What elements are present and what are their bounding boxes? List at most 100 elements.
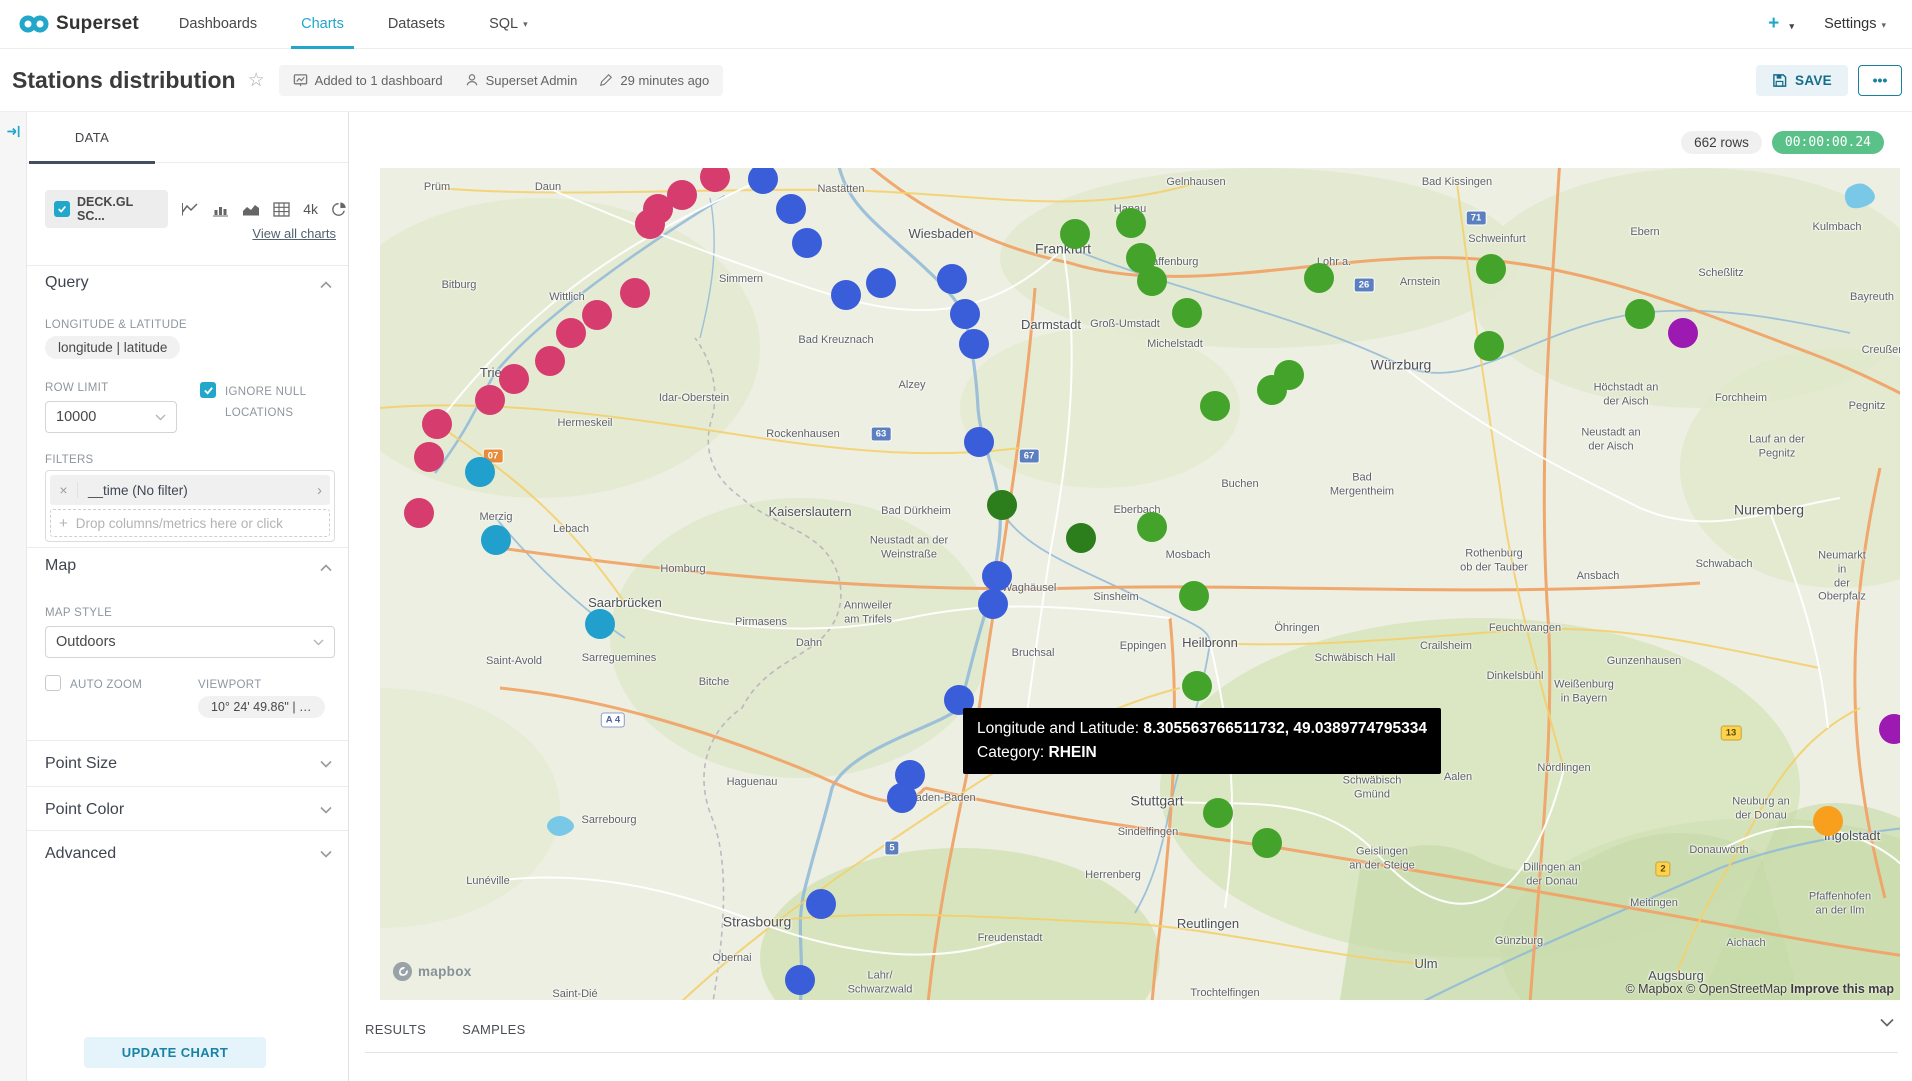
- map-point[interactable]: [1668, 318, 1698, 348]
- map-point[interactable]: [1252, 828, 1282, 858]
- auto-zoom-group: AUTO ZOOM: [45, 675, 142, 696]
- map-point[interactable]: [556, 318, 586, 348]
- settings-menu[interactable]: Settings▾: [1824, 16, 1886, 32]
- ignore-null-checkbox[interactable]: [200, 382, 216, 398]
- map-point[interactable]: [1625, 299, 1655, 329]
- mapbox-wordmark: mapbox: [418, 964, 472, 979]
- filters-drop-zone[interactable]: + Drop columns/metrics here or click: [50, 509, 330, 537]
- map-point[interactable]: [1182, 671, 1212, 701]
- nav-sql[interactable]: SQL▾: [467, 0, 550, 48]
- map-point[interactable]: [959, 329, 989, 359]
- owner-badge[interactable]: Superset Admin: [465, 73, 578, 88]
- ignore-null-label: IGNORE NULL LOCATIONS: [225, 382, 330, 423]
- map-point[interactable]: [982, 561, 1012, 591]
- view-all-charts-link[interactable]: View all charts: [252, 226, 336, 241]
- section-point-size[interactable]: Point Size: [27, 740, 348, 786]
- viz-type-chip[interactable]: DECK.GL SC...: [45, 190, 168, 228]
- map-point[interactable]: [1179, 581, 1209, 611]
- map-point[interactable]: [1257, 375, 1287, 405]
- map-point[interactable]: [1200, 391, 1230, 421]
- mapbox-logo[interactable]: mapbox: [392, 961, 472, 982]
- chevron-down-icon: [155, 414, 166, 421]
- map-point[interactable]: [585, 609, 615, 639]
- map-point[interactable]: [1304, 263, 1334, 293]
- map-point[interactable]: [1060, 219, 1090, 249]
- attribution-mapbox[interactable]: © Mapbox: [1625, 982, 1682, 996]
- map-point[interactable]: [481, 525, 511, 555]
- attribution-osm[interactable]: © OpenStreetMap: [1686, 982, 1787, 996]
- section-query-title: Query: [45, 274, 89, 292]
- map-point[interactable]: [806, 889, 836, 919]
- section-point-color[interactable]: Point Color: [27, 786, 348, 832]
- improve-map-link[interactable]: Improve this map: [1791, 982, 1895, 996]
- map-point[interactable]: [1066, 523, 1096, 553]
- map-point[interactable]: [404, 498, 434, 528]
- bar-chart-icon[interactable]: [212, 202, 229, 217]
- map-point[interactable]: [1476, 254, 1506, 284]
- map-point[interactable]: [776, 194, 806, 224]
- map-point[interactable]: [1137, 512, 1167, 542]
- lonlat-value-chip[interactable]: longitude | latitude: [45, 336, 180, 359]
- map-point[interactable]: [620, 278, 650, 308]
- save-button[interactable]: SAVE: [1756, 65, 1848, 96]
- collapse-results-icon[interactable]: [1880, 1018, 1894, 1027]
- map-point[interactable]: [1116, 208, 1146, 238]
- map-point[interactable]: [582, 300, 612, 330]
- map-point[interactable]: [1813, 806, 1843, 836]
- map-point[interactable]: [422, 409, 452, 439]
- map-point[interactable]: [831, 280, 861, 310]
- map-point[interactable]: [1137, 266, 1167, 296]
- section-advanced[interactable]: Advanced: [27, 830, 348, 876]
- collapse-rail: [0, 112, 27, 1081]
- auto-zoom-checkbox[interactable]: [45, 675, 61, 691]
- new-item-button[interactable]: + ▾: [1768, 13, 1794, 35]
- nav-datasets[interactable]: Datasets: [366, 0, 467, 48]
- map-point[interactable]: [535, 346, 565, 376]
- map-point[interactable]: [887, 783, 917, 813]
- nav-dashboards[interactable]: Dashboards: [157, 0, 279, 48]
- map-point[interactable]: [1203, 798, 1233, 828]
- collapse-panel-icon[interactable]: [6, 124, 21, 139]
- map-point[interactable]: [1172, 298, 1202, 328]
- map-point[interactable]: [950, 299, 980, 329]
- favorite-star-icon[interactable]: ☆: [248, 69, 265, 92]
- map-point[interactable]: [978, 589, 1008, 619]
- nav-charts[interactable]: Charts: [279, 0, 366, 48]
- more-options-button[interactable]: •••: [1858, 65, 1902, 96]
- map-point[interactable]: [792, 228, 822, 258]
- area-chart-icon[interactable]: [242, 202, 260, 217]
- tab-data[interactable]: DATA: [29, 112, 155, 163]
- row-limit-select[interactable]: 10000: [45, 401, 177, 433]
- deckgl-scatter-map[interactable]: PrümDaunNastättenGelnhausenBad Kissingen…: [380, 168, 1900, 1000]
- superset-logo[interactable]: Superset: [18, 12, 139, 36]
- map-point[interactable]: [1474, 331, 1504, 361]
- dashboard-count-badge[interactable]: Added to 1 dashboard: [293, 73, 443, 88]
- map-point[interactable]: [475, 385, 505, 415]
- remove-filter-icon[interactable]: ×: [50, 482, 78, 498]
- map-point[interactable]: [499, 364, 529, 394]
- viz-4k-label[interactable]: 4k: [303, 201, 318, 217]
- top-navbar: Superset Dashboards Charts Datasets SQL▾…: [0, 0, 1912, 49]
- chevron-up-icon[interactable]: [320, 281, 332, 289]
- update-chart-button[interactable]: UPDATE CHART: [84, 1037, 266, 1068]
- map-point[interactable]: [414, 442, 444, 472]
- line-chart-icon[interactable]: [181, 202, 199, 217]
- map-point[interactable]: [465, 457, 495, 487]
- panel-tabbar: DATA: [27, 112, 348, 163]
- map-point[interactable]: [866, 268, 896, 298]
- last-modified-badge[interactable]: 29 minutes ago: [599, 73, 709, 88]
- save-icon: [1772, 73, 1787, 88]
- chevron-up-icon[interactable]: [320, 564, 332, 572]
- table-icon[interactable]: [273, 202, 290, 217]
- tab-samples[interactable]: SAMPLES: [462, 1022, 526, 1037]
- filter-chip-time[interactable]: × __time (No filter) ›: [50, 475, 330, 505]
- map-point[interactable]: [964, 427, 994, 457]
- map-style-select[interactable]: Outdoors: [45, 626, 335, 658]
- tab-results[interactable]: RESULTS: [365, 1022, 426, 1037]
- map-point[interactable]: [785, 965, 815, 995]
- map-point[interactable]: [987, 490, 1017, 520]
- map-point[interactable]: [937, 264, 967, 294]
- pie-chart-icon[interactable]: [331, 201, 348, 217]
- viewport-value-chip[interactable]: 10° 24' 49.86" | …: [198, 696, 325, 718]
- map-point[interactable]: [667, 180, 697, 210]
